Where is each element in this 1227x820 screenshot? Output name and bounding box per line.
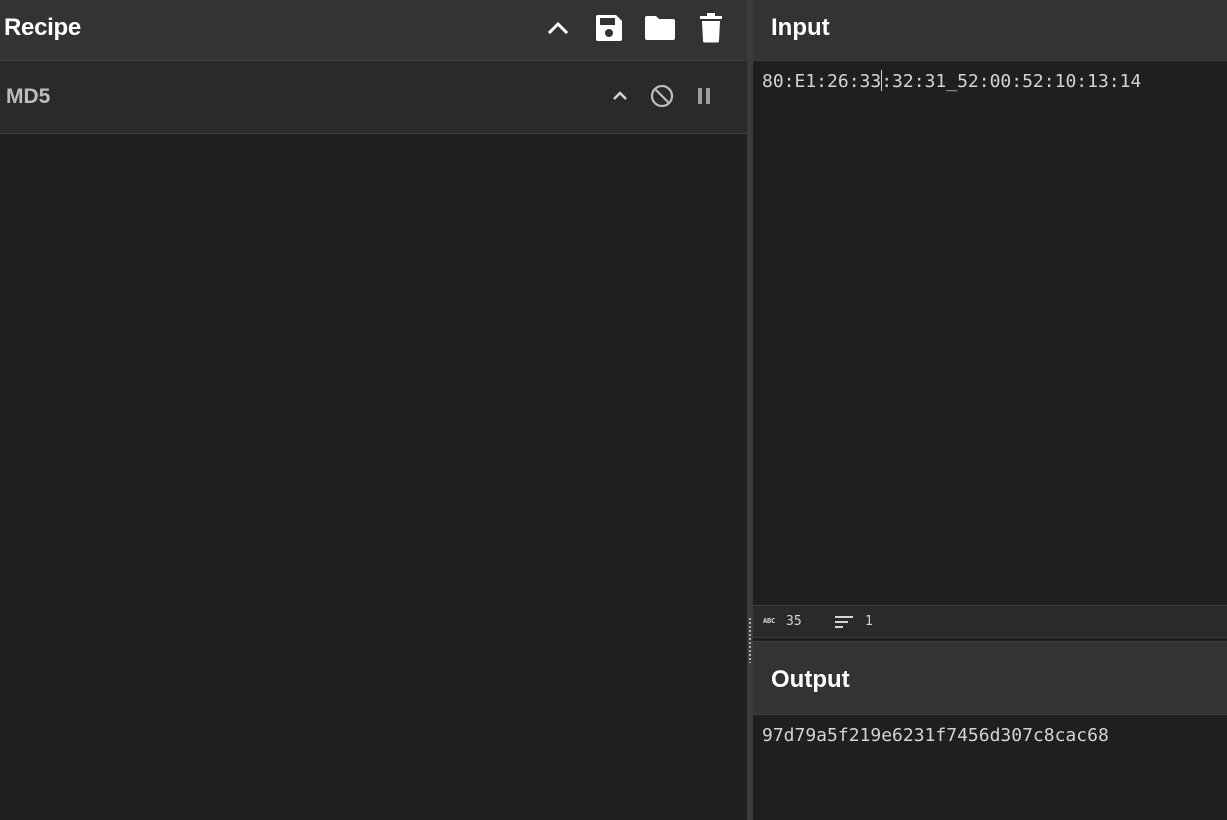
input-text-after-caret: :32:31_52:00:52:10:13:14 (881, 71, 1142, 92)
disable-icon (650, 84, 674, 108)
input-status-bar: ABC 35 1 (753, 605, 1227, 638)
length-status: ABC 35 (763, 614, 802, 629)
lines-status: 1 (835, 614, 873, 629)
save-recipe-button[interactable] (589, 8, 629, 48)
disable-operation-button[interactable] (645, 79, 679, 113)
input-title: Input (771, 14, 830, 41)
load-recipe-button[interactable] (640, 8, 680, 48)
input-textarea[interactable]: 80:E1:26:33:32:31_52:00:52:10:13:14 (753, 61, 1227, 605)
collapse-all-button[interactable] (538, 8, 578, 48)
input-text-before-caret: 80:E1:26:33 (762, 71, 882, 92)
folder-icon (645, 16, 675, 40)
resize-handle[interactable] (749, 617, 751, 663)
recipe-pane: Recipe MD5 (0, 0, 747, 820)
length-value: 35 (786, 614, 802, 629)
trash-icon (700, 13, 722, 43)
input-text[interactable]: 80:E1:26:33:32:31_52:00:52:10:13:14 (762, 70, 1141, 92)
abc-icon: ABC (763, 617, 776, 625)
output-text[interactable]: 97d79a5f219e6231f7456d307c8cac68 (762, 725, 1109, 746)
clear-recipe-button[interactable] (691, 8, 731, 48)
recipe-title: Recipe (4, 14, 81, 41)
cyberchef-app: Recipe MD5 Input 80:E1:26:33:32:31_52:00… (0, 0, 1227, 820)
save-icon (596, 15, 622, 41)
output-textarea[interactable]: 97d79a5f219e6231f7456d307c8cac68 (753, 715, 1227, 820)
output-header: Output (753, 641, 1227, 715)
output-title: Output (771, 666, 850, 693)
chevron-up-icon (547, 21, 569, 35)
chevron-up-icon (613, 91, 627, 100)
breakpoint-button[interactable] (687, 79, 721, 113)
lines-icon (835, 615, 853, 628)
recipe-header: Recipe (0, 0, 747, 61)
input-header: Input (753, 0, 1227, 61)
operation-name: MD5 (6, 85, 51, 108)
pause-icon (698, 88, 710, 104)
operation-md5[interactable]: MD5 (0, 61, 747, 134)
lines-value: 1 (865, 614, 873, 629)
collapse-operation-button[interactable] (603, 79, 637, 113)
